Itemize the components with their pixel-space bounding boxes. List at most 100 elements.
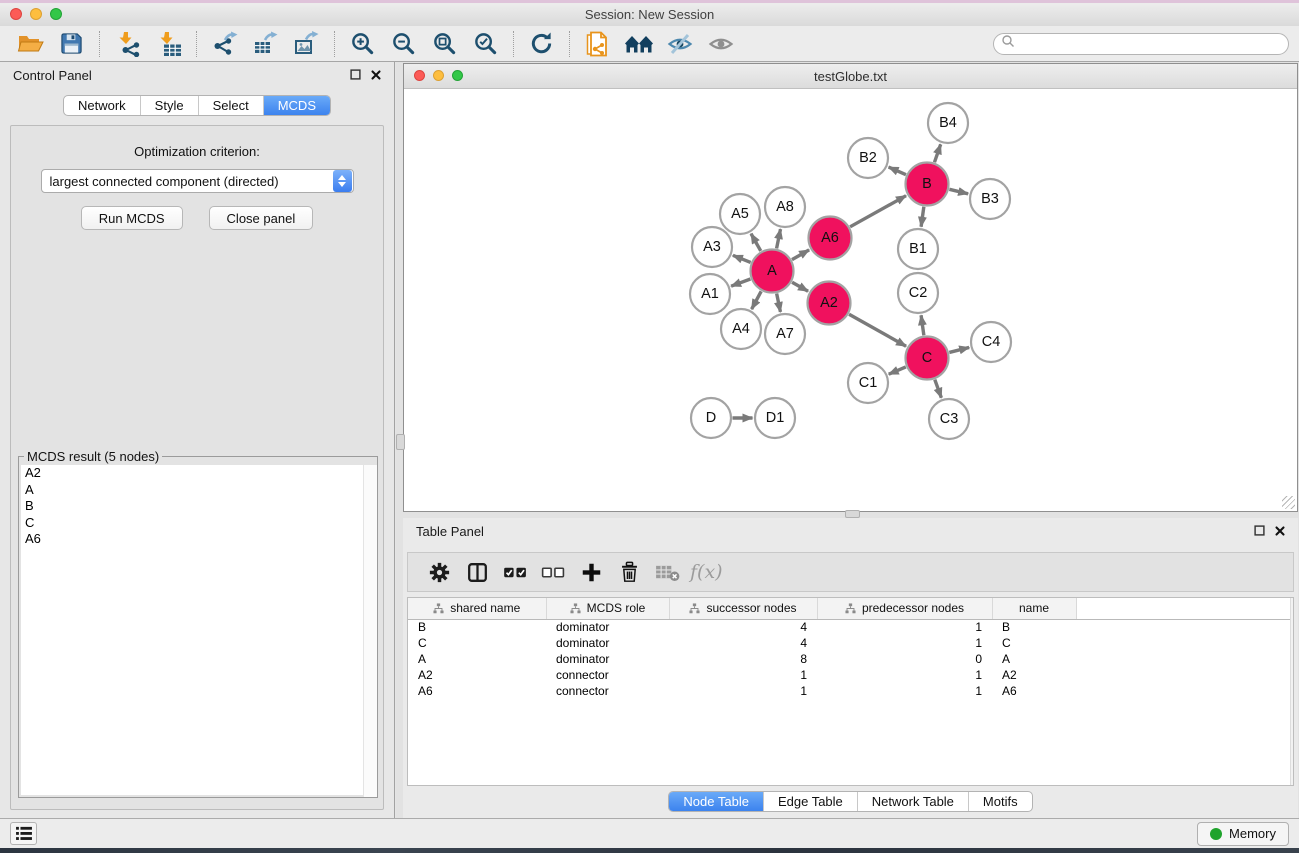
close-panel-icon[interactable]: [371, 68, 381, 83]
network-graph[interactable]: AA1A2A3A4A5A6A7A8BB1B2B3B4CC1C2C3C4DD1: [404, 90, 1295, 511]
graph-edge-C-C3[interactable]: [935, 380, 942, 398]
graph-node-C3[interactable]: C3: [929, 399, 969, 439]
save-session-icon[interactable]: [51, 29, 92, 59]
graph-node-B1[interactable]: B1: [898, 229, 938, 269]
mcds-result-item[interactable]: B: [21, 498, 375, 515]
network-window-titlebar[interactable]: testGlobe.txt: [404, 64, 1297, 89]
zoom-selected-region-icon[interactable]: [465, 29, 506, 59]
network-minimize-button[interactable]: [433, 70, 444, 81]
memory-button[interactable]: Memory: [1197, 822, 1289, 846]
search-input[interactable]: [1019, 35, 1288, 53]
mcds-result-item[interactable]: A6: [21, 531, 375, 548]
network-canvas[interactable]: AA1A2A3A4A5A6A7A8BB1B2B3B4CC1C2C3C4DD1: [404, 90, 1297, 511]
close-panel-icon[interactable]: [1275, 524, 1285, 539]
close-window-button[interactable]: [10, 8, 22, 20]
graph-node-A8[interactable]: A8: [765, 187, 805, 227]
table-scrollbar[interactable]: [1290, 598, 1293, 785]
run-mcds-button[interactable]: Run MCDS: [81, 206, 183, 230]
graph-edge-A-A7[interactable]: [777, 294, 781, 312]
column-header-mcds-role[interactable]: MCDS role: [546, 598, 669, 619]
open-session-icon[interactable]: [10, 29, 51, 59]
graph-node-A4[interactable]: A4: [721, 309, 761, 349]
graph-node-A3[interactable]: A3: [692, 227, 732, 267]
export-table-icon[interactable]: [245, 29, 286, 59]
graph-node-A1[interactable]: A1: [690, 274, 730, 314]
mcds-result-item[interactable]: C: [21, 515, 375, 532]
tab-node-table[interactable]: Node Table: [669, 792, 763, 811]
network-close-button[interactable]: [414, 70, 425, 81]
table-row[interactable]: Adominator80A: [408, 651, 1293, 667]
graph-node-B3[interactable]: B3: [970, 179, 1010, 219]
float-panel-icon[interactable]: [1254, 524, 1265, 539]
tab-motifs[interactable]: Motifs: [968, 792, 1032, 811]
mcds-result-item[interactable]: A: [21, 482, 375, 499]
show-all-icon[interactable]: [700, 29, 741, 59]
graph-node-B2[interactable]: B2: [848, 138, 888, 178]
graph-node-D[interactable]: D: [691, 398, 731, 438]
tab-network-table[interactable]: Network Table: [857, 792, 968, 811]
graph-node-B4[interactable]: B4: [928, 103, 968, 143]
table-settings-icon[interactable]: [420, 556, 458, 588]
deselect-all-rows-icon[interactable]: [534, 556, 572, 588]
horizontal-splitter-grip[interactable]: [845, 510, 860, 518]
graph-edge-B-B2[interactable]: [889, 167, 906, 175]
graph-edge-A-A4[interactable]: [752, 291, 762, 309]
graph-node-A7[interactable]: A7: [765, 314, 805, 354]
table-row[interactable]: Cdominator41C: [408, 635, 1293, 651]
mcds-result-list[interactable]: A2ABCA6: [21, 465, 375, 795]
graph-node-B[interactable]: B: [906, 163, 949, 206]
window-resize-grip[interactable]: [1282, 496, 1295, 509]
minimize-window-button[interactable]: [30, 8, 42, 20]
fit-content-icon[interactable]: [424, 29, 465, 59]
vertical-splitter-grip[interactable]: [396, 434, 405, 450]
float-panel-icon[interactable]: [350, 68, 361, 83]
graph-edge-A-A3[interactable]: [733, 255, 751, 262]
graph-edge-A-A8[interactable]: [777, 229, 781, 248]
export-network-icon[interactable]: [204, 29, 245, 59]
column-header-name[interactable]: name: [992, 598, 1076, 619]
tab-network[interactable]: Network: [64, 96, 140, 115]
toggle-column-panel-icon[interactable]: [458, 556, 496, 588]
hide-selected-icon[interactable]: [659, 29, 700, 59]
export-image-icon[interactable]: [286, 29, 327, 59]
tab-select[interactable]: Select: [198, 96, 263, 115]
graph-edge-A-A6[interactable]: [792, 250, 809, 260]
graph-edge-B-B4[interactable]: [934, 144, 940, 162]
tab-edge-table[interactable]: Edge Table: [763, 792, 857, 811]
close-panel-button[interactable]: Close panel: [209, 206, 314, 230]
network-zoom-button[interactable]: [452, 70, 463, 81]
result-list-scrollbar[interactable]: [363, 465, 377, 797]
tab-style[interactable]: Style: [140, 96, 198, 115]
import-network-from-file-icon[interactable]: [107, 29, 148, 59]
column-header-successor-nodes[interactable]: successor nodes: [669, 598, 817, 619]
graph-node-C4[interactable]: C4: [971, 322, 1011, 362]
delete-column-icon[interactable]: [610, 556, 648, 588]
graph-node-C2[interactable]: C2: [898, 273, 938, 313]
graph-edge-B-B3[interactable]: [949, 189, 968, 193]
zoom-window-button[interactable]: [50, 8, 62, 20]
mcds-result-item[interactable]: A2: [21, 465, 375, 482]
zoom-in-icon[interactable]: [342, 29, 383, 59]
graph-edge-A-A5[interactable]: [751, 234, 761, 251]
graph-node-C1[interactable]: C1: [848, 363, 888, 403]
first-neighbors-icon[interactable]: [618, 29, 659, 59]
optimization-criterion-select[interactable]: largest connected component (directed): [41, 169, 354, 193]
table-row[interactable]: A6connector11A6: [408, 683, 1293, 699]
column-header-predecessor-nodes[interactable]: predecessor nodes: [817, 598, 992, 619]
graph-node-D1[interactable]: D1: [755, 398, 795, 438]
graph-edge-A-A2[interactable]: [792, 282, 808, 291]
graph-node-A2[interactable]: A2: [808, 282, 851, 325]
tab-mcds[interactable]: MCDS: [263, 96, 330, 115]
graph-edge-B-B1[interactable]: [921, 207, 924, 227]
new-network-from-selection-icon[interactable]: [577, 29, 618, 59]
search-field[interactable]: [993, 33, 1289, 55]
select-all-rows-icon[interactable]: [496, 556, 534, 588]
refresh-view-icon[interactable]: [521, 29, 562, 59]
graph-edge-C-C4[interactable]: [949, 347, 969, 352]
table-row[interactable]: A2connector11A2: [408, 667, 1293, 683]
graph-edge-C-C2[interactable]: [921, 315, 924, 335]
graph-edge-A2-C[interactable]: [849, 314, 906, 346]
add-column-icon[interactable]: [572, 556, 610, 588]
graph-node-A5[interactable]: A5: [720, 194, 760, 234]
graph-node-A6[interactable]: A6: [809, 217, 852, 260]
